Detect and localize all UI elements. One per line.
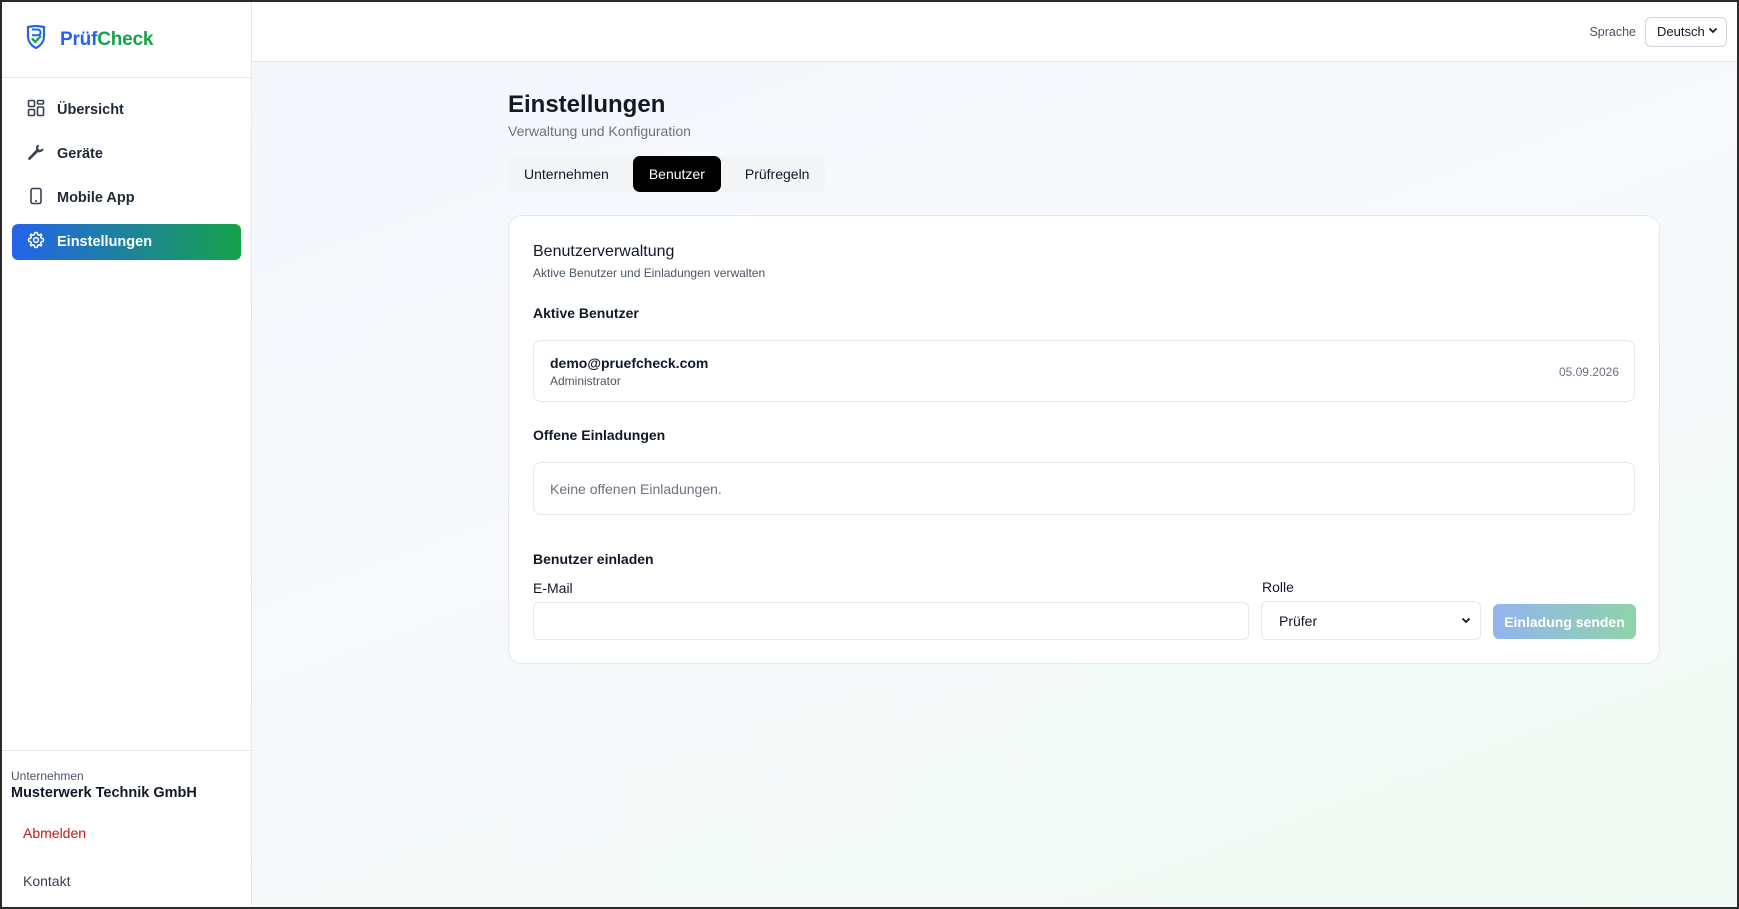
role-label: Rolle xyxy=(1262,579,1294,595)
shield-logo-icon xyxy=(26,24,46,54)
topbar: Sprache Deutsch xyxy=(252,2,1737,62)
language-value: Deutsch xyxy=(1657,24,1705,39)
sidebar-item-einstellungen[interactable]: Einstellungen xyxy=(12,224,241,260)
language-select[interactable]: Deutsch xyxy=(1645,16,1727,47)
logout-link[interactable]: Abmelden xyxy=(23,825,86,841)
page-title: Einstellungen xyxy=(508,91,666,118)
brand[interactable]: PrüfCheck xyxy=(2,2,251,78)
email-field[interactable] xyxy=(533,602,1249,640)
company-label: Unternehmen xyxy=(11,769,84,783)
card-subtitle: Aktive Benutzer und Einladungen verwalte… xyxy=(533,266,766,280)
open-invites-empty: Keine offenen Einladungen. xyxy=(550,481,722,497)
smartphone-icon xyxy=(27,187,45,209)
gear-icon xyxy=(27,231,45,253)
settings-tabs: Unternehmen Benutzer Prüfregeln xyxy=(508,156,826,192)
send-invite-button[interactable]: Einladung senden xyxy=(1493,604,1636,639)
sidebar-footer: Unternehmen Musterwerk Technik GmbH Abme… xyxy=(2,750,251,907)
user-date: 05.09.2026 xyxy=(1558,365,1619,379)
wrench-icon xyxy=(27,143,45,165)
tab-unternehmen[interactable]: Unternehmen xyxy=(508,156,625,192)
page-subtitle: Verwaltung und Konfiguration xyxy=(508,123,691,139)
email-label: E-Mail xyxy=(533,580,573,596)
tab-benutzer[interactable]: Benutzer xyxy=(632,156,721,192)
role-select[interactable]: Prüfer xyxy=(1261,601,1481,640)
user-email: demo@pruefcheck.com xyxy=(550,355,709,371)
settings-content: Einstellungen Verwaltung und Konfigurati… xyxy=(508,91,1660,664)
sidebar-item-uebersicht[interactable]: Übersicht xyxy=(12,92,241,128)
invite-title: Benutzer einladen xyxy=(533,551,654,567)
active-users-title: Aktive Benutzer xyxy=(533,305,639,321)
sidebar-item-label: Mobile App xyxy=(57,190,135,206)
card-title: Benutzerverwaltung xyxy=(533,243,675,260)
open-invites-list: Keine offenen Einladungen. xyxy=(533,462,1635,515)
sidebar-item-label: Einstellungen xyxy=(57,234,153,250)
sidebar-item-label: Übersicht xyxy=(57,102,124,118)
sidebar-nav: Übersicht Geräte Mobile App Einstellunge… xyxy=(2,78,251,260)
user-management-card: Benutzerverwaltung Aktive Benutzer und E… xyxy=(508,215,1660,664)
brand-name: PrüfCheck xyxy=(60,28,154,50)
chevron-down-icon xyxy=(1460,613,1472,629)
contact-link[interactable]: Kontakt xyxy=(23,873,70,889)
language-label: Sprache xyxy=(1589,24,1636,39)
chevron-down-icon xyxy=(1707,24,1719,39)
dashboard-icon xyxy=(27,99,45,121)
role-value: Prüfer xyxy=(1279,612,1318,629)
user-role: Administrator xyxy=(550,374,621,388)
tab-pruefregeln[interactable]: Prüfregeln xyxy=(729,156,826,192)
sidebar-item-mobile-app[interactable]: Mobile App xyxy=(12,180,241,216)
company-name: Musterwerk Technik GmbH xyxy=(11,785,197,801)
main-area: Sprache Deutsch Einstellungen Verwaltung… xyxy=(252,2,1737,907)
sidebar-item-geraete[interactable]: Geräte xyxy=(12,136,241,172)
open-invites-title: Offene Einladungen xyxy=(533,427,666,443)
app-window: PrüfCheck Übersicht Geräte Mobile App Ei… xyxy=(0,0,1739,909)
sidebar-item-label: Geräte xyxy=(57,146,103,162)
user-row: demo@pruefcheck.com Administrator 05.09.… xyxy=(533,340,1635,402)
sidebar: PrüfCheck Übersicht Geräte Mobile App Ei… xyxy=(2,2,252,907)
